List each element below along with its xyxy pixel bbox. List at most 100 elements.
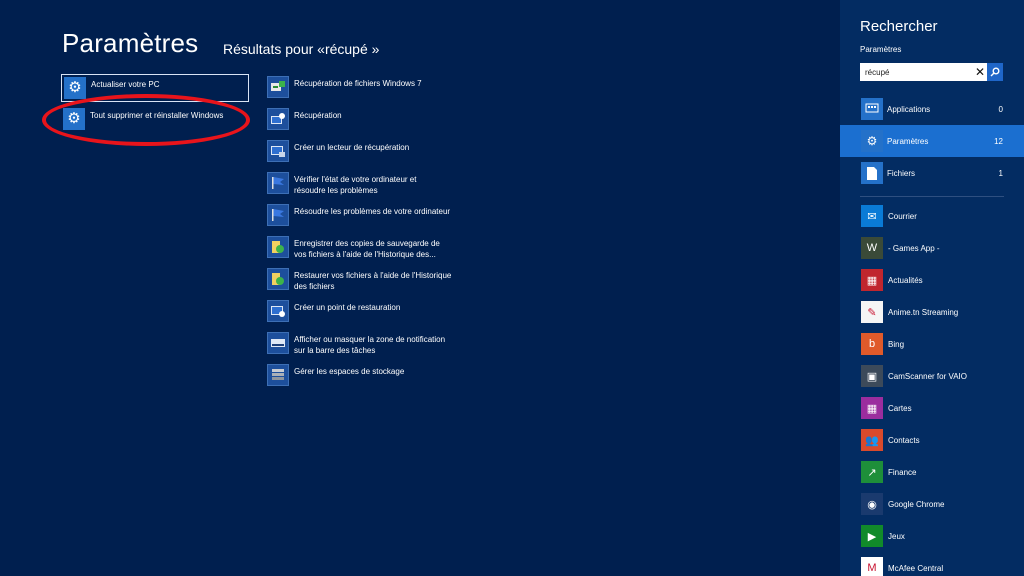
app-label: Jeux <box>888 531 905 541</box>
storage-spaces-icon <box>267 364 289 386</box>
result-label-line2: vos fichiers à l'aide de l'Historique de… <box>294 249 436 259</box>
app-icon: b <box>861 333 883 355</box>
restore-point-icon <box>267 300 289 322</box>
search-icon <box>990 67 1000 77</box>
app-icon: 👥 <box>861 429 883 451</box>
clear-icon[interactable]: ✕ <box>973 65 987 79</box>
divider <box>860 196 1004 197</box>
result-label-line2: résoudre les problèmes <box>294 185 378 195</box>
search-results-area: Paramètres Résultats pour «récupé » ⚙ Ac… <box>0 0 840 576</box>
result-label: Gérer les espaces de stockage <box>294 367 405 376</box>
app-item[interactable]: ▦ Actualités <box>861 269 923 291</box>
app-label: Google Chrome <box>888 499 945 509</box>
file-icon <box>861 162 883 184</box>
result-label-line2: des fichiers <box>294 281 335 291</box>
gear-icon: ⚙ <box>63 108 85 130</box>
result-espaces-stockage[interactable]: Gérer les espaces de stockage <box>267 364 404 386</box>
app-item[interactable]: 👥 Contacts <box>861 429 920 451</box>
gear-icon: ⚙ <box>64 77 86 99</box>
result-recuperation-fichiers-w7[interactable]: Récupération de fichiers Windows 7 <box>267 76 422 98</box>
app-item[interactable]: ◉ Google Chrome <box>861 493 944 515</box>
result-label: Actualiser votre PC <box>91 80 160 89</box>
file-history-icon <box>267 236 289 258</box>
app-label: Cartes <box>888 403 912 413</box>
app-item[interactable]: b Bing <box>861 333 904 355</box>
app-label: Courrier <box>888 211 917 221</box>
result-label: Enregistrer des copies de sauvegarde de <box>294 239 440 248</box>
result-label: Créer un lecteur de récupération <box>294 143 410 152</box>
app-item[interactable]: W - Games App - <box>861 237 940 259</box>
category-label: Applications <box>887 104 931 114</box>
results-subtitle: Résultats pour «récupé » <box>223 41 380 57</box>
search-scope-label: Paramètres <box>860 45 902 54</box>
result-resoudre-problemes[interactable]: Résoudre les problèmes de votre ordinate… <box>267 204 450 226</box>
app-item[interactable]: ↗ Finance <box>861 461 916 483</box>
page-title: Paramètres <box>62 28 199 58</box>
app-label: Bing <box>888 339 905 349</box>
app-item[interactable]: ▦ Cartes <box>861 397 912 419</box>
category-label: Fichiers <box>887 168 916 178</box>
app-icon: ↗ <box>861 461 883 483</box>
app-item[interactable]: ▶ Jeux <box>861 525 905 547</box>
result-label: Restaurer vos fichiers à l'aide de l'His… <box>294 271 452 280</box>
applications-icon <box>861 98 883 120</box>
app-item[interactable]: ✎ Anime.tn Streaming <box>861 301 958 323</box>
result-label: Vérifier l'état de votre ordinateur et <box>294 175 417 184</box>
app-icon: ▣ <box>861 365 883 387</box>
category-fichiers[interactable]: Fichiers 1 <box>840 157 1024 189</box>
app-icon: ▦ <box>861 397 883 419</box>
app-item[interactable]: ✉ Courrier <box>861 205 917 227</box>
app-item[interactable]: M McAfee Central <box>861 557 943 576</box>
search-box: récupé ✕ <box>860 63 1003 81</box>
result-point-restauration[interactable]: Créer un point de restauration <box>267 300 400 322</box>
app-label: McAfee Central <box>888 563 944 573</box>
category-parametres[interactable]: ⚙ Paramètres 12 <box>840 125 1024 157</box>
app-label: Contacts <box>888 435 920 445</box>
result-tout-supprimer[interactable]: ⚙ Tout supprimer et réinstaller Windows <box>63 108 223 130</box>
result-label: Tout supprimer et réinstaller Windows <box>90 111 224 120</box>
result-label: Afficher ou masquer la zone de notificat… <box>294 335 446 344</box>
app-icon: W <box>861 237 883 259</box>
app-icon: M <box>861 557 883 576</box>
result-creer-lecteur[interactable]: Créer un lecteur de récupération <box>267 140 409 162</box>
result-actualiser-pc[interactable]: ⚙ Actualiser votre PC <box>61 74 249 102</box>
result-label-line2: sur la barre des tâches <box>294 345 376 355</box>
result-label: Récupération <box>294 111 342 120</box>
search-charm-panel: Rechercher Paramètres récupé ✕ Applicati… <box>840 0 1024 576</box>
recovery-icon <box>267 108 289 130</box>
category-applications[interactable]: Applications 0 <box>840 93 1024 125</box>
notification-area-icon <box>267 332 289 354</box>
app-icon: ◉ <box>861 493 883 515</box>
category-count: 12 <box>994 136 1003 146</box>
result-zone-notification[interactable]: Afficher ou masquer la zone de notificat… <box>267 332 445 356</box>
app-icon: ✎ <box>861 301 883 323</box>
action-center-flag-icon <box>267 172 289 194</box>
file-recovery-icon <box>267 76 289 98</box>
result-label: Récupération de fichiers Windows 7 <box>294 79 422 88</box>
app-icon: ✉ <box>861 205 883 227</box>
result-verifier-etat[interactable]: Vérifier l'état de votre ordinateur et r… <box>267 172 416 196</box>
gear-icon: ⚙ <box>861 130 883 152</box>
app-label: - Games App - <box>888 243 940 253</box>
app-icon: ▦ <box>861 269 883 291</box>
category-label: Paramètres <box>887 136 929 146</box>
app-label: Finance <box>888 467 917 477</box>
recovery-drive-icon <box>267 140 289 162</box>
category-count: 0 <box>998 104 1003 114</box>
app-label: CamScanner for VAIO <box>888 371 967 381</box>
result-label: Résoudre les problèmes de votre ordinate… <box>294 207 451 216</box>
app-item[interactable]: ▣ CamScanner for VAIO <box>861 365 967 387</box>
file-history-icon <box>267 268 289 290</box>
app-label: Actualités <box>888 275 923 285</box>
result-recuperation[interactable]: Récupération <box>267 108 342 130</box>
charm-title: Rechercher <box>860 18 938 35</box>
result-restaurer-fichiers[interactable]: Restaurer vos fichiers à l'aide de l'His… <box>267 268 451 292</box>
search-input[interactable]: récupé <box>860 68 973 77</box>
troubleshoot-flag-icon <box>267 204 289 226</box>
search-button[interactable] <box>987 63 1003 81</box>
result-label: Créer un point de restauration <box>294 303 401 312</box>
category-count: 1 <box>998 168 1003 178</box>
result-enregistrer-copies[interactable]: Enregistrer des copies de sauvegarde de … <box>267 236 440 260</box>
app-icon: ▶ <box>861 525 883 547</box>
app-label: Anime.tn Streaming <box>888 307 959 317</box>
